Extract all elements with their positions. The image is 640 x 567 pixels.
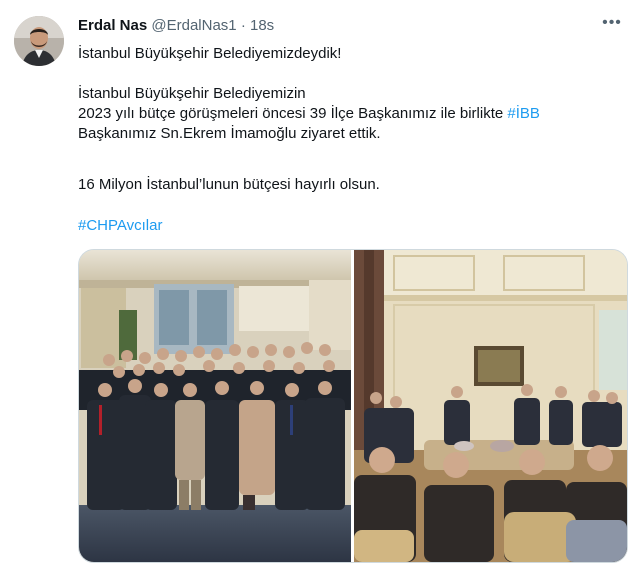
hashtag-chpavcilar-link[interactable]: #CHPAvcılar [78, 217, 162, 234]
tweet-paragraph-2: İstanbul Büyükşehir Belediyemizin 2023 y… [78, 84, 540, 144]
photo-meeting[interactable] [354, 250, 627, 562]
tweet-hashtag-line: #CHPAvcılar [78, 216, 162, 236]
separator-dot: · [240, 17, 246, 34]
photo-group[interactable] [79, 250, 351, 562]
tweet-line-2c: Başkanımız Sn.Ekrem İmamoğlu ziyaret ett… [78, 125, 381, 142]
tweet-line-2b-text: 2023 yılı bütçe görüşmeleri öncesi 39 İl… [78, 105, 508, 122]
tweet-line-2a: İstanbul Büyükşehir Belediyemizin [78, 85, 306, 102]
more-options-button[interactable]: ••• [598, 14, 626, 38]
tweet-card[interactable]: Erdal Nas @ErdalNas1 · 18s ••• İstanbul … [0, 0, 640, 567]
hashtag-ibb-link[interactable]: #İBB [507, 105, 540, 122]
avatar[interactable] [14, 16, 64, 66]
tweet-line-1: İstanbul Büyükşehir Belediyemizdeydik! [78, 45, 342, 62]
tweet-line-2b: 2023 yılı bütçe görüşmeleri öncesi 39 İl… [78, 104, 540, 124]
timestamp[interactable]: 18s [250, 17, 274, 34]
more-horizontal-icon: ••• [602, 14, 622, 31]
tweet-header: Erdal Nas @ErdalNas1 · 18s [78, 17, 274, 34]
media-grid [78, 249, 628, 563]
author-handle[interactable]: @ErdalNas1 [151, 17, 236, 34]
author-name[interactable]: Erdal Nas [78, 17, 147, 34]
tweet-line-3: 16 Milyon İstanbul’lunun bütçesi hayırlı… [78, 176, 380, 193]
